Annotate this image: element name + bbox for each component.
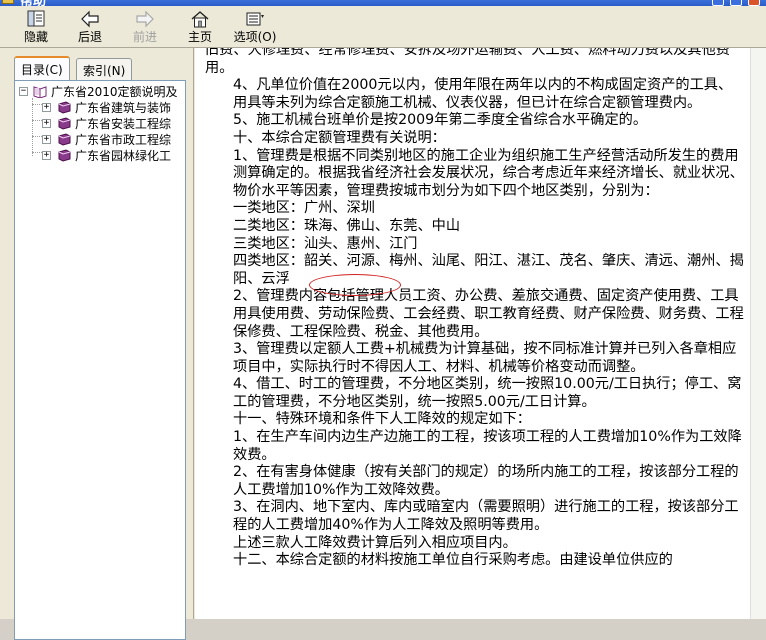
collapse-toggle[interactable]: − [19,87,28,96]
options-icon [245,10,265,28]
hide-button[interactable]: 隐藏 [18,8,54,48]
region-line: 二类地区：珠海、佛山、东莞、中山 [233,217,461,234]
back-button[interactable]: 后退 [72,8,108,48]
section-heading: 十二、本综合定额的材料按施工单位自行采购考虑。由建设单位供应的 [233,552,673,569]
paragraph: 2、管理费内容包括管理人员工资、办公费、差旅交通费、固定资产使用费、工具用具使用… [233,288,744,340]
region-line: 四类地区：韶关、河源、梅州、汕尾、阳江、湛江、茂名、肇庆、清远、潮州、揭阳、云浮 [233,253,744,287]
red-annotation-oval [309,274,401,296]
hide-icon [26,10,46,28]
tree-item-municipal[interactable]: + 广东省市政工程综 [15,132,185,148]
paragraph: 1、管理费是根据不同类别地区的施工企业为组织施工生产经营活动所发生的费用测算确定… [233,147,744,199]
paragraph: 2、在有害身体健康（按有关部门的规定）的场所内施工的工程，按该部分工程的人工费增… [233,464,739,498]
navigation-pane: 目录(C) 索引(N) − 广东省2010定额说明及 + 广东省建筑与装饰 + … [0,48,194,640]
paragraph: 4、凡单位价值在2000元以内，使用年限在两年以内的不构成固定资产的工具、用具等… [233,77,733,111]
section-heading: 十、本综合定额管理费有关说明： [233,129,446,146]
topic-content: 旧费、大修理费、经常修理费、安拆及场外运输费、人工费、燃料动力费以及其他费用。 … [195,48,766,619]
open-book-icon [33,85,47,99]
paragraph: 旧费、大修理费、经常修理费、安拆及场外运输费、人工费、燃料动力费以及其他费用。 [205,48,730,76]
paragraph: 3、在洞内、地下室内、库内或暗室内（需要照明）进行施工的工程，按该部分工程的人工… [233,499,739,534]
tree-item-label: 广东省园林绿化工 [75,149,172,163]
home-button[interactable]: 主页 [184,8,216,48]
paragraph: 4、借工、时工的管理费，不分地区类别，统一按照10.00元/工日执行；停工、窝工… [233,376,742,410]
options-button[interactable]: 选项(O) [232,8,278,48]
back-arrow-icon [80,10,100,28]
home-icon [190,10,210,28]
closed-book-icon [57,133,71,146]
vertical-scrollbar[interactable] [750,48,766,619]
closed-book-icon [57,149,71,162]
closed-book-icon [57,101,71,114]
expand-toggle[interactable]: + [42,119,51,128]
region-line: 一类地区：广州、深圳 [233,200,375,217]
paragraph: 5、施工机械台班单价是按2009年第二季度全省综合水平确定的。 [233,112,648,129]
tree-item-label: 广东省建筑与装饰 [75,101,172,115]
expand-toggle[interactable]: + [42,135,51,144]
tab-index[interactable]: 索引(N) [76,58,132,80]
closed-book-icon [57,117,71,130]
help-window: 帮助 隐藏 后退 前进 主页 选项(O) 目录(C) 索引(N) − 广东省20… [0,0,766,640]
forward-button[interactable]: 前进 [127,8,163,48]
tree-item-installation[interactable]: + 广东省安装工程综 [15,116,185,132]
tree-item-label: 广东省安装工程综 [75,117,172,131]
paragraph: 上述三款人工降效费计算后列入相应项目内。 [233,534,517,551]
contents-tree: − 广东省2010定额说明及 + 广东省建筑与装饰 + 广东省安装工程综 + 广… [14,80,186,640]
tree-item-label: 广东省市政工程综 [75,133,172,147]
tree-item-building[interactable]: + 广东省建筑与装饰 [15,100,185,116]
tree-item-label: 广东省2010定额说明及 [51,85,178,99]
app-icon [2,0,14,4]
topic-text: 旧费、大修理费、经常修理费、安拆及场外运输费、人工费、燃料动力费以及其他费用。 … [205,48,745,570]
expand-toggle[interactable]: + [42,103,51,112]
tree-item-landscaping[interactable]: + 广东省园林绿化工 [15,148,185,164]
region-line: 三类地区：汕头、惠州、江门 [233,235,418,252]
section-heading: 十一、特殊环境和条件下人工降效的规定如下： [233,411,531,428]
toolbar: 隐藏 后退 前进 主页 选项(O) [0,6,766,48]
paragraph: 1、在生产车间内边生产边施工的工程，按该项工程的人工费增加10%作为工效降效费。 [233,429,742,463]
paragraph: 3、管理费以定额人工费+机械费为计算基础，按不同标准计算并已列入各章相应项目中，… [233,341,737,375]
tree-item-root[interactable]: − 广东省2010定额说明及 [15,84,185,100]
tab-contents[interactable]: 目录(C) [14,56,70,80]
forward-arrow-icon [135,10,155,28]
expand-toggle[interactable]: + [42,151,51,160]
